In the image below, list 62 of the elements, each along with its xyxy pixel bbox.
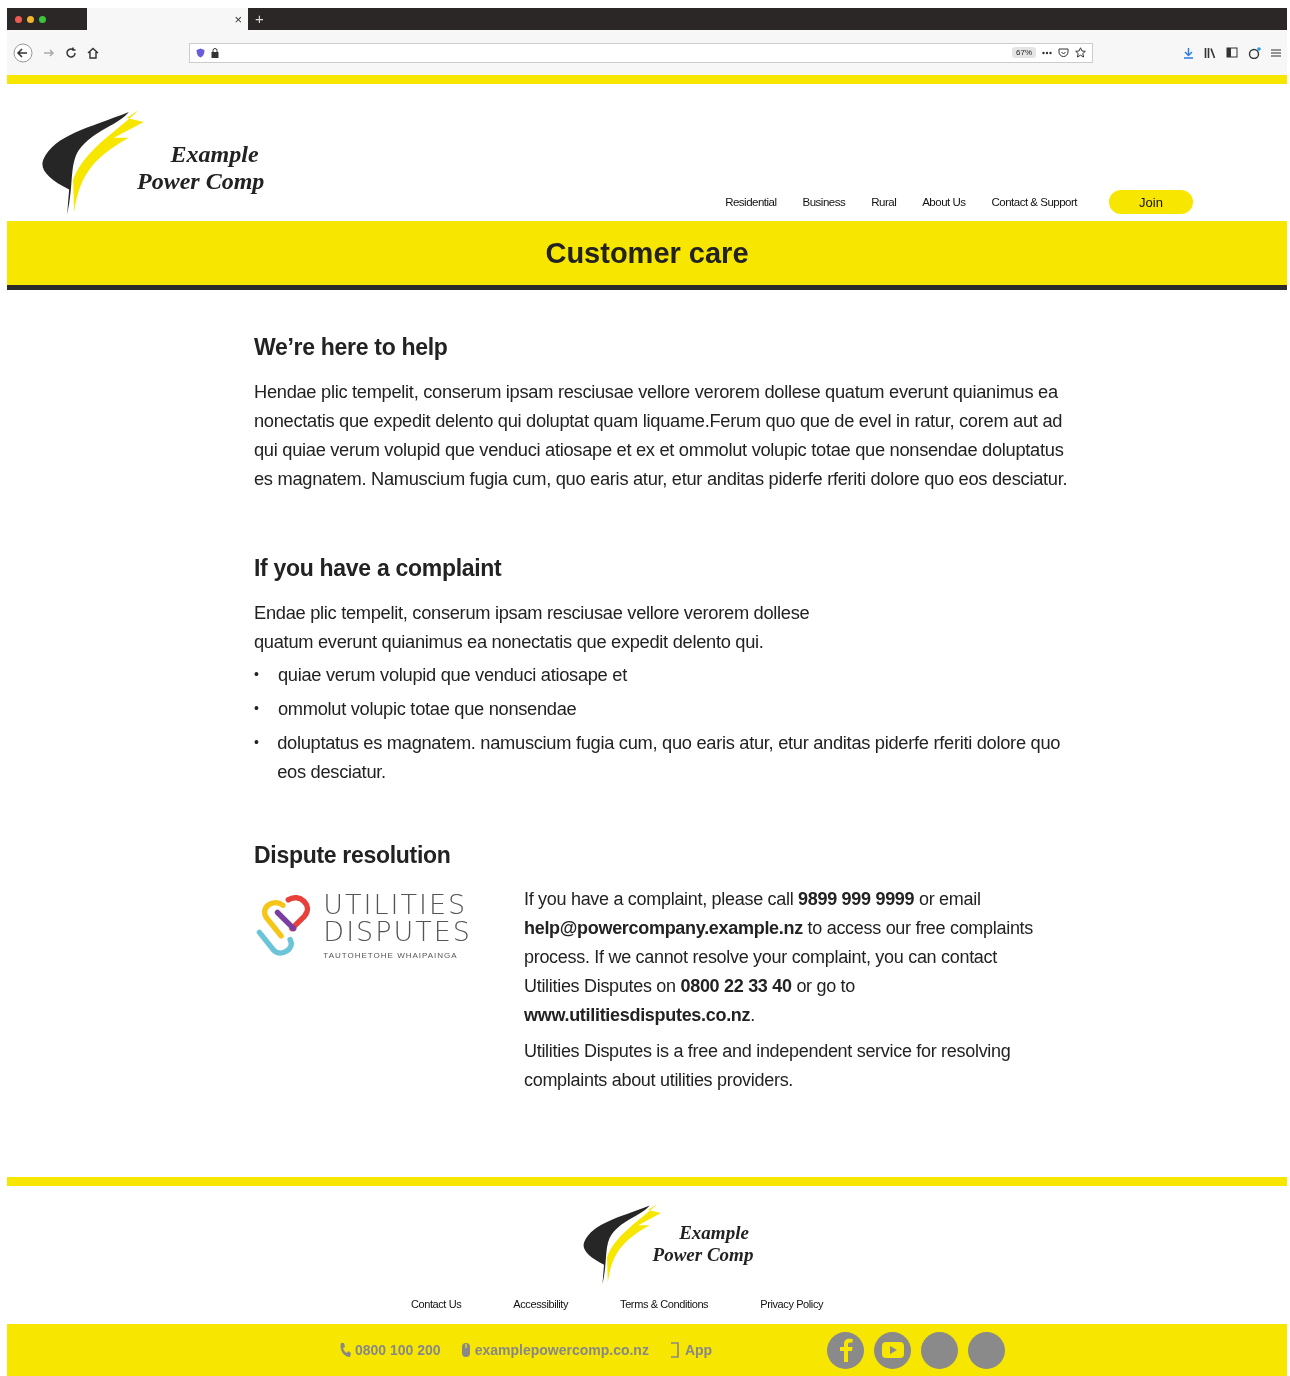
social-button[interactable] bbox=[874, 1331, 912, 1369]
paragraph: If you have a complaint, please call 9899 999 9999 or email help@powercompany.example.nz to access our free complaints process. If we cannot resolve your complaint, you can contact Utilities Disputes on 0800 22 33 40 or go to www.utilitiesdisputes.co.nz. bbox=[524, 888, 1034, 1027]
logo-text: Example bbox=[169, 140, 260, 169]
footer-link[interactable]: Terms & Conditions bbox=[620, 1298, 709, 1310]
footer-link[interactable]: Accessibility bbox=[513, 1298, 569, 1310]
phone-outline-icon bbox=[668, 1342, 681, 1358]
paragraph-line: Endae plic tempelit, conserum ipsam resciusae vellore verorem dollese bbox=[254, 601, 811, 625]
star-icon[interactable] bbox=[1075, 47, 1086, 58]
bullet-icon: • bbox=[254, 694, 262, 723]
social-button[interactable] bbox=[921, 1331, 959, 1369]
section-heading: If you have a complaint bbox=[254, 555, 503, 582]
close-tab-button[interactable]: × bbox=[234, 11, 242, 27]
lock-icon bbox=[211, 47, 219, 58]
list-item: ommolut volupic totae que nonsendae bbox=[278, 697, 577, 721]
paragraph-line: quatum everunt quianimus ea nonectatis que expedit delento qui. bbox=[254, 630, 765, 654]
pocket-icon[interactable] bbox=[1058, 47, 1069, 58]
facebook-icon bbox=[838, 1338, 853, 1362]
download-icon[interactable] bbox=[1183, 46, 1194, 59]
list-item: quiae verum volupid que venduci atiosape et bbox=[278, 663, 627, 687]
social-button[interactable] bbox=[827, 1331, 865, 1369]
back-icon[interactable] bbox=[13, 42, 33, 63]
page-title: Customer care bbox=[545, 236, 749, 270]
paragraph: Utilities Disputes is a free and independent service for resolving complaints about utilities providers. bbox=[524, 1040, 1012, 1092]
section-heading: We’re here to help bbox=[254, 334, 449, 361]
library-icon[interactable] bbox=[1204, 46, 1216, 59]
zoom-level[interactable]: 67% bbox=[1012, 47, 1036, 58]
mouse-icon bbox=[460, 1342, 471, 1358]
home-icon[interactable] bbox=[87, 46, 99, 59]
shield-icon bbox=[196, 47, 205, 58]
partner-logo-text: DISPUTES bbox=[323, 918, 472, 945]
phone-icon bbox=[339, 1342, 351, 1358]
nav-link[interactable]: Rural bbox=[871, 196, 897, 208]
maximize-window-icon[interactable] bbox=[39, 15, 46, 23]
paragraph: Hendae plic tempelit, conserum ipsam resciusae vellore verorem dollese quatum everunt quianimus ea nonectatis que expedit delento qui doluptat quam liquame.Ferum quo que de evel in ratur, corem aut ad qui quiae verum volupid que venduci atiosape et ex et ommolut volupic totae que nonsendae doluptatus es magnatem. Namuscium fugia cum, quo earis atur, etur anditas piderfe rferiti dolore quo eos desciatur. bbox=[254, 380, 1069, 491]
reload-icon[interactable] bbox=[65, 46, 77, 59]
logo-text: Power Comp bbox=[652, 1244, 754, 1266]
address-bar[interactable]: 67% bbox=[189, 42, 1093, 63]
footer-link[interactable]: Privacy Policy bbox=[760, 1298, 824, 1310]
sidebar-icon[interactable] bbox=[1226, 47, 1238, 58]
list-item: doluptatus es magnatem. namuscium fugia cum, quo earis atur, etur anditas piderfe rferiti dolore quo eos desciatur. bbox=[277, 731, 1062, 784]
extension-icon[interactable] bbox=[1248, 46, 1261, 59]
nav-link[interactable]: Residential bbox=[725, 196, 777, 208]
footer-link[interactable]: Contact Us bbox=[410, 1298, 462, 1310]
nav-link[interactable]: About Us bbox=[922, 196, 966, 208]
logo-text: Power Comp bbox=[137, 168, 265, 196]
nav-link[interactable]: Contact & Support bbox=[991, 196, 1077, 208]
social-button[interactable] bbox=[968, 1331, 1006, 1369]
partner-logo-text: UTILITIES bbox=[323, 891, 469, 918]
browser-tab[interactable]: × bbox=[87, 8, 248, 30]
bullet-icon: • bbox=[254, 660, 262, 689]
close-window-icon[interactable] bbox=[15, 15, 22, 23]
new-tab-button[interactable]: + bbox=[248, 8, 271, 30]
minimize-window-icon[interactable] bbox=[27, 15, 34, 23]
logo-text: Example bbox=[678, 1222, 750, 1245]
menu-icon[interactable] bbox=[1271, 47, 1281, 58]
partner-logo-tagline: TAUTOHETOHE WHAIPAINGA bbox=[323, 951, 459, 960]
nav-link[interactable]: Business bbox=[802, 196, 846, 208]
more-icon[interactable] bbox=[1042, 50, 1052, 55]
bullet-icon: • bbox=[254, 728, 262, 786]
youtube-icon bbox=[881, 1342, 904, 1358]
join-button[interactable]: Join bbox=[1109, 190, 1193, 214]
section-heading: Dispute resolution bbox=[254, 842, 452, 869]
